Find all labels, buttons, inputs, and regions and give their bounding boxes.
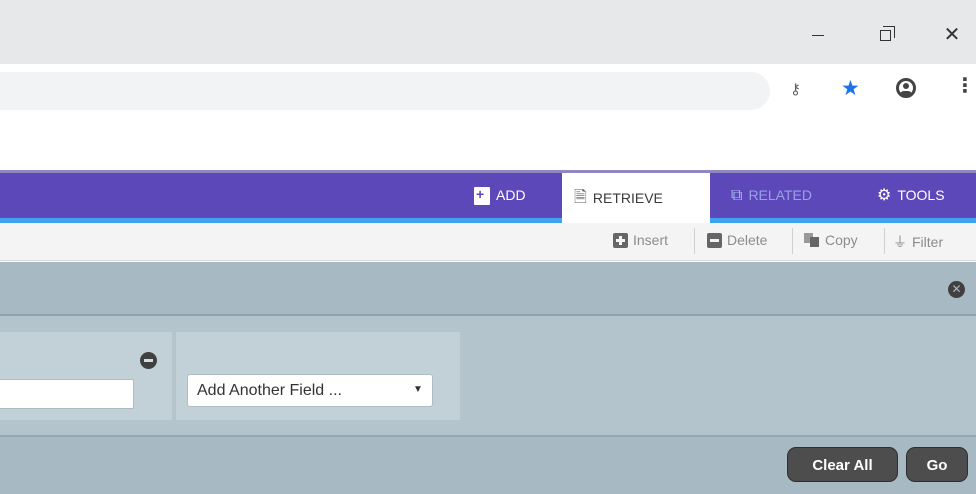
toolbar-divider [694, 228, 695, 254]
delete-label: Delete [727, 232, 768, 248]
header-tools-button[interactable]: ⚙ TOOLS [877, 173, 945, 218]
url-field[interactable] [0, 72, 770, 110]
search-panel-header [0, 262, 976, 316]
related-icon: ⧉ [731, 186, 743, 204]
retrieve-icon: 🗎 [574, 189, 587, 206]
header-related-button[interactable]: ⧉ RELATED [731, 173, 812, 218]
copy-button[interactable]: Copy [804, 232, 858, 248]
header-retrieve-button[interactable]: 🗎 RETRIEVE [562, 173, 710, 223]
restore-icon[interactable] [862, 14, 908, 54]
gear-icon: ⚙ [877, 186, 892, 204]
page-blank-area [0, 118, 976, 170]
close-panel-icon[interactable]: ✕ [948, 281, 965, 298]
browser-address-bar [0, 64, 976, 118]
filter-label: Filter [912, 234, 944, 250]
menu-icon[interactable]: ⋮ [955, 76, 975, 96]
header-add-button[interactable]: ADD [474, 173, 526, 218]
clear-all-button[interactable]: Clear All [787, 447, 898, 482]
delete-icon [707, 232, 722, 248]
filter-button[interactable]: ⏚ Filter [893, 232, 943, 252]
header-retrieve-label: RETRIEVE [592, 189, 663, 206]
account-icon[interactable] [896, 78, 916, 98]
star-icon[interactable]: ★ [841, 76, 860, 101]
close-icon[interactable]: ✕ [929, 14, 975, 54]
delete-button[interactable]: Delete [707, 232, 767, 248]
copy-icon [804, 233, 820, 247]
insert-icon [613, 232, 628, 248]
header-tools-label: TOOLS [897, 187, 945, 203]
filter-icon: ⏚ [893, 234, 907, 250]
add-icon [474, 185, 490, 205]
insert-label: Insert [633, 232, 669, 248]
remove-field-icon[interactable] [140, 352, 157, 369]
toolbar-divider [792, 228, 793, 254]
minimize-icon[interactable] [795, 14, 841, 54]
insert-button[interactable]: Insert [613, 232, 668, 248]
header-related-label: RELATED [748, 187, 812, 203]
search-field-input[interactable] [0, 379, 134, 409]
add-another-field-select[interactable]: Add Another Field ... [187, 374, 433, 407]
copy-label: Copy [825, 232, 858, 248]
toolbar-divider [884, 228, 885, 254]
header-add-label: ADD [496, 187, 526, 203]
go-button[interactable]: Go [906, 447, 968, 482]
chevron-down-icon: ▼ [413, 384, 423, 395]
key-icon[interactable]: ⚷ [790, 80, 801, 98]
